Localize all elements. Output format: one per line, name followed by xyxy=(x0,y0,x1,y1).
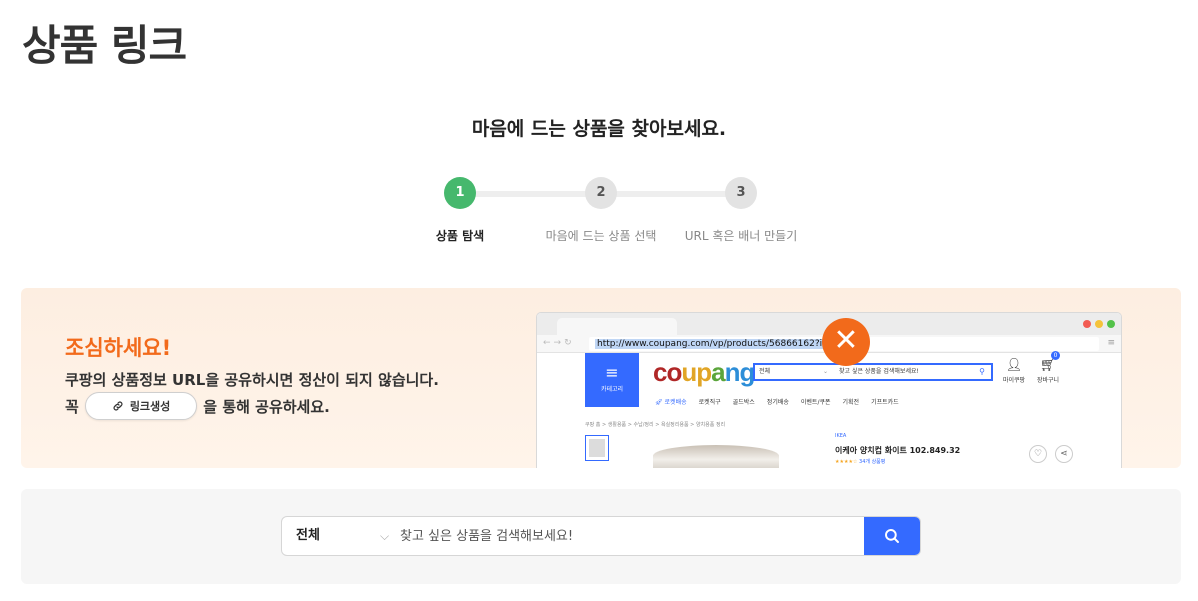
address-url: http://www.coupang.com/vp/products/56866… xyxy=(595,339,851,349)
coupang-menu-item: 🚀︎ 로켓배송 xyxy=(655,399,687,406)
step-2-label: 마음에 드는 상품 선택 xyxy=(545,229,657,243)
share-icon: ⋖ xyxy=(1055,445,1073,463)
coupang-menu-item: 기프트카드 xyxy=(871,399,899,406)
step-2: 2 마음에 드는 상품 선택 xyxy=(531,177,671,244)
coupang-search-bar: 전체 ⌄ 찾고 싶은 상품을 검색해보세요! ⚲ xyxy=(753,363,993,381)
search-panel: 전체 ⌵ xyxy=(21,489,1181,584)
logo-letter: u xyxy=(681,357,697,387)
product-name: 이케아 양치컵 화이트 102.849.32 xyxy=(835,446,961,455)
step-indicator: 1 상품 탐색 2 마음에 드는 상품 선택 3 URL 혹은 배너 만들기 xyxy=(400,177,800,257)
search-button[interactable] xyxy=(864,517,920,555)
step-1-label: 상품 탐색 xyxy=(435,229,485,243)
coupang-menu-item: 골드박스 xyxy=(732,399,755,406)
coupang-category-label: 카테고리 xyxy=(600,386,624,393)
step-3: 3 URL 혹은 배너 만들기 xyxy=(671,177,811,244)
cart-count-badge: 0 xyxy=(1051,351,1060,360)
logo-letter: p xyxy=(696,357,712,387)
cart-label: 장바구니 xyxy=(1037,377,1060,384)
coupang-mypage: 👤︎ 마이쿠팡 xyxy=(1003,357,1025,384)
minimize-dot-icon xyxy=(1095,320,1103,328)
logo-letter: c xyxy=(653,357,668,387)
hamburger-icon: ≡ xyxy=(605,363,619,382)
search-input[interactable] xyxy=(400,517,860,555)
browser-nav-icon: ←→↻ xyxy=(543,338,575,348)
step-3-label: URL 혹은 배너 만들기 xyxy=(684,229,798,243)
coupang-search-select: 전체 xyxy=(759,368,771,375)
link-create-label: 링크생성 xyxy=(129,400,171,413)
product-image xyxy=(653,445,779,468)
close-dot-icon xyxy=(1083,320,1091,328)
browser-tab xyxy=(557,318,677,335)
coupang-category-button: ≡ 카테고리 xyxy=(585,353,639,407)
warning-banner: 조심하세요! 쿠팡의 상품정보 URL을 공유하시면 정산이 되지 않습니다. … xyxy=(21,288,1181,468)
step-1-number: 1 xyxy=(444,177,476,209)
coupang-search-placeholder: 찾고 싶은 상품을 검색해보세요! xyxy=(839,368,919,375)
step-1: 1 상품 탐색 xyxy=(390,177,530,244)
link-create-button[interactable]: 링크생성 xyxy=(84,392,198,420)
review-count: 34개 상품평 xyxy=(859,459,886,465)
link-icon xyxy=(113,401,123,411)
step-3-number: 3 xyxy=(725,177,757,209)
coupang-menu-item: 정기배송 xyxy=(766,399,789,406)
heart-icon: ♡ xyxy=(1029,445,1047,463)
close-icon: ✕ xyxy=(822,318,870,366)
coupang-logo: coupang xyxy=(653,357,755,388)
logo-letter: a xyxy=(711,357,726,387)
coupang-menu-item: 이벤트/쿠폰 xyxy=(800,399,831,406)
coupang-cart: 🛒︎ 장바구니 xyxy=(1037,357,1059,384)
coupang-breadcrumb: 쿠팡 홈 > 생활용품 > 수납/정리 > 욕실정리용품 > 양치용품 정리 xyxy=(585,422,726,428)
mypage-label: 마이쿠팡 xyxy=(1003,377,1026,384)
coupang-menu-item: 기획전 xyxy=(842,399,860,406)
warning-suffix: 을 통해 공유하세요. xyxy=(203,397,330,416)
warning-title: 조심하세요! xyxy=(65,336,172,360)
chevron-down-icon[interactable]: ⌵ xyxy=(380,517,389,555)
coupang-menu-item: 로켓직구 xyxy=(698,399,721,406)
product-rating: ★★★★☆ 34개 상품평 xyxy=(835,458,885,465)
coupang-menu: 🚀︎ 로켓배송 로켓직구 골드박스 정기배송 이벤트/쿠폰 기획전 기프트카드 xyxy=(655,397,899,406)
logo-letter: o xyxy=(666,357,682,387)
user-icon: 👤︎ xyxy=(1005,358,1023,373)
logo-letter: n xyxy=(724,357,741,387)
warning-prefix: 꼭 xyxy=(65,397,79,416)
chevron-down-icon: ⌄ xyxy=(823,368,829,375)
page-title: 상품 링크 xyxy=(22,21,187,70)
product-thumbnail xyxy=(585,435,609,461)
rating-stars: ★★★★☆ xyxy=(835,459,858,465)
browser-menu-icon: ≡ xyxy=(1107,338,1115,348)
warning-instruction: 꼭 링크생성 을 통해 공유하세요. xyxy=(65,392,330,420)
search-icon xyxy=(885,529,899,543)
product-search-box: 전체 ⌵ xyxy=(281,516,921,556)
coupang-search-icon: ⚲ xyxy=(979,367,985,376)
maximize-dot-icon xyxy=(1107,320,1115,328)
warning-message: 쿠팡의 상품정보 URL을 공유하시면 정산이 되지 않습니다. xyxy=(65,371,439,389)
headline: 마음에 드는 상품을 찾아보세요. xyxy=(471,118,727,140)
step-2-number: 2 xyxy=(585,177,617,209)
search-category-select[interactable]: 전체 xyxy=(296,517,320,555)
product-brand: IKEA xyxy=(835,433,847,439)
